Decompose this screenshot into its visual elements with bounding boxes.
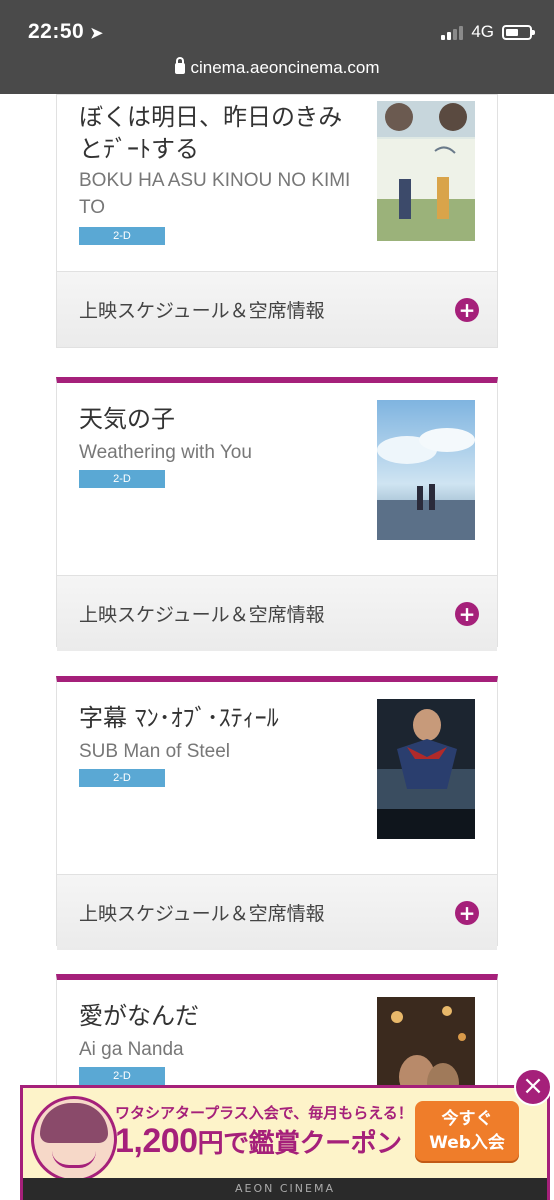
expand-plus-icon[interactable]: + <box>455 298 479 322</box>
clock-text: 22:50 <box>28 20 85 43</box>
format-badge: 2-D <box>79 470 165 488</box>
movie-card: 字幕 ﾏﾝ･ｵﾌﾞ･ｽﾃｨｰﾙ SUB Man of Steel 2-D 上映ス… <box>56 676 498 950</box>
movie-title-en: SUB Man of Steel <box>79 741 231 762</box>
banner-subtitle: ワタシアタープラス入会で、毎月もらえる！ <box>115 1104 413 1122</box>
schedule-label: 上映スケジュール＆空席情報 <box>79 300 325 322</box>
url-bar[interactable]: cinema.aeoncinema.com <box>0 57 554 78</box>
expand-plus-icon[interactable]: + <box>455 901 479 925</box>
schedule-label: 上映スケジュール＆空席情報 <box>79 604 325 626</box>
banner-footer-logo: AEON CINEMA <box>23 1178 547 1200</box>
format-badge: 2-D <box>79 769 165 787</box>
signal-icon <box>441 24 464 40</box>
cta-line2: Web入会 <box>429 1133 505 1153</box>
schedule-toggle[interactable]: 上映スケジュール＆空席情報 + <box>57 575 497 651</box>
movie-title-en: Weathering with You <box>79 442 252 463</box>
movie-title-jp[interactable]: ぼくは明日、昨日のきみとﾃﾞｰﾄする <box>79 101 359 165</box>
movie-card: ぼくは明日、昨日のきみとﾃﾞｰﾄする BOKU HA ASU KINOU NO … <box>56 94 498 348</box>
movie-title-en: BOKU HA ASU KINOU NO KIMI TO <box>79 170 351 218</box>
banner-coupon: 鑑賞クーポン <box>248 1128 403 1158</box>
location-arrow-icon: ➤ <box>90 25 104 42</box>
movie-card: 天気の子 Weathering with You 2-D 上映スケジュール＆空席… <box>56 377 498 651</box>
schedule-toggle[interactable]: 上映スケジュール＆空席情報 + <box>57 874 497 950</box>
url-text: cinema.aeoncinema.com <box>190 58 380 77</box>
network-type: 4G <box>471 22 494 41</box>
banner-amount: 1,200 <box>115 1122 198 1160</box>
movie-title-jp[interactable]: 天気の子 <box>79 403 359 435</box>
status-time: 22:50 ➤ <box>28 20 103 44</box>
battery-icon <box>502 24 535 40</box>
mascot-illustration <box>31 1096 117 1182</box>
schedule-label: 上映スケジュール＆空席情報 <box>79 903 325 925</box>
promo-banner[interactable]: ワタシアタープラス入会で、毎月もらえる！ 1,200円で鑑賞クーポン 今すぐ W… <box>20 1085 550 1200</box>
format-badge: 2-D <box>79 227 165 245</box>
movie-poster[interactable] <box>377 400 475 540</box>
movie-title-en: Ai ga Nanda <box>79 1039 184 1060</box>
lock-icon <box>174 57 185 74</box>
format-badge: 2-D <box>79 1067 165 1085</box>
banner-amount-suffix: 円で <box>197 1128 250 1158</box>
expand-plus-icon[interactable]: + <box>455 602 479 626</box>
schedule-toggle[interactable]: 上映スケジュール＆空席情報 + <box>57 271 497 347</box>
banner-headline: 1,200円で鑑賞クーポン <box>115 1122 402 1161</box>
movie-poster[interactable] <box>377 699 475 839</box>
cta-line1: 今すぐ <box>441 1109 493 1129</box>
browser-top-bar: 22:50 ➤ 4G cinema.aeoncinema.com <box>0 0 554 94</box>
movie-title-jp[interactable]: 愛がなんだ <box>79 1000 359 1032</box>
close-banner-icon[interactable]: × <box>514 1068 552 1106</box>
join-now-button[interactable]: 今すぐ Web入会 <box>415 1101 519 1161</box>
movie-poster[interactable] <box>377 101 475 241</box>
status-indicators: 4G <box>441 22 535 42</box>
movie-title-jp[interactable]: 字幕 ﾏﾝ･ｵﾌﾞ･ｽﾃｨｰﾙ <box>79 702 359 734</box>
